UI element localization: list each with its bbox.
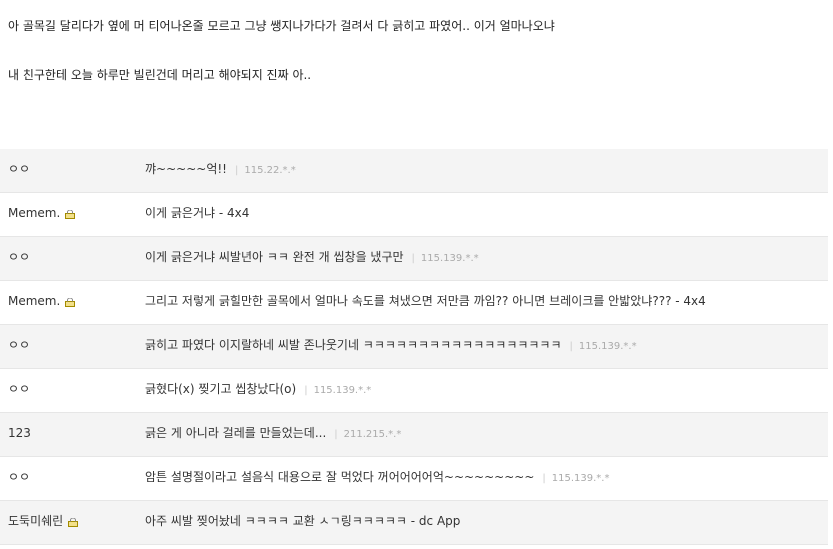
ip-separator: | xyxy=(234,165,239,176)
comment-text: 긁은 게 아니라 걸레를 만들었는데... xyxy=(145,426,327,440)
post-text-line: 아 골목길 달리다가 옆에 머 티어나온줄 모르고 그냥 쌩지나가다가 걸려서 … xyxy=(8,19,555,33)
nickname-text: ㅇㅇ xyxy=(8,470,31,484)
comment-nickname[interactable]: ㅇㅇ xyxy=(8,457,30,501)
post-text-line: 내 친구한테 오늘 하루만 빌린건데 머리고 해야되지 진짜 아.. xyxy=(8,68,312,82)
ip-separator: | xyxy=(334,429,338,440)
comment-row: Memem. 그리고 저렇게 긁힐만한 골목에서 얼마나 속도를 쳐냈으면 저만큼… xyxy=(0,281,828,325)
lock-icon xyxy=(68,503,79,527)
nickname-text: 123 xyxy=(8,426,31,440)
comment-nickname[interactable]: ㅇㅇ xyxy=(8,237,30,281)
comment-row: ㅇㅇ 암튼 설명절이라고 설음식 대용으로 잘 먹었다 꺼어어어어억~~~~~~~… xyxy=(0,457,828,501)
comment-text: 아주 씨발 찢어놨네 ㅋㅋㅋㅋ 교환 ㅅㄱ링ㅋㅋㅋㅋㅋ - dc App xyxy=(145,514,461,528)
comment-text: 꺄~~~~~억!! xyxy=(145,162,227,176)
comment-row: ㅇㅇ 이게 긁은거냐 씨발년아 ㅋㅋ 완전 개 씹창을 냈구만 | 115.139.*… xyxy=(0,237,828,281)
lock-icon xyxy=(65,195,76,219)
comment-ip: 115.139.*.* xyxy=(578,341,637,352)
nickname-text: 도둑미쉐린 xyxy=(8,514,64,528)
comment-text: 이게 긁은거냐 씨발년아 ㅋㅋ 완전 개 씹창을 냈구만 xyxy=(145,250,404,264)
comment-ip: 115.139.*.* xyxy=(420,253,479,264)
comment-text: 그리고 저렇게 긁힐만한 골목에서 얼마나 속도를 쳐냈으면 저만큼 까임?? … xyxy=(145,294,706,308)
comment-ip: 115.139.*.* xyxy=(551,473,610,484)
ip-separator: | xyxy=(411,253,415,264)
comment-content: 긁은 게 아니라 걸레를 만들었는데... | 211.215.*.* xyxy=(145,413,401,457)
nickname-text: ㅇㅇ xyxy=(8,250,31,264)
comment-content: 암튼 설명절이라고 설음식 대용으로 잘 먹었다 꺼어어어어억~~~~~~~~~… xyxy=(145,457,609,501)
comment-row: 도둑미쉐린 아주 씨발 찢어놨네 ㅋㅋㅋㅋ 교환 ㅅㄱ링ㅋㅋㅋㅋㅋ - dc Ap… xyxy=(0,501,828,545)
comment-text: 긁혔다(x) 찢기고 씹창났다(o) xyxy=(145,382,297,396)
comment-content: 아주 씨발 찢어놨네 ㅋㅋㅋㅋ 교환 ㅅㄱ링ㅋㅋㅋㅋㅋ - dc App xyxy=(145,501,460,545)
comment-content: 이게 긁은거냐 씨발년아 ㅋㅋ 완전 개 씹창을 냈구만 | 115.139.*.* xyxy=(145,237,479,281)
comment-nickname[interactable]: 도둑미쉐린 xyxy=(8,501,79,545)
comment-content: 긁혔다(x) 찢기고 씹창났다(o) | 115.139.*.* xyxy=(145,369,371,413)
lock-icon xyxy=(65,283,76,307)
ip-separator: | xyxy=(542,473,546,484)
comment-row: ㅇㅇ 긁혔다(x) 찢기고 씹창났다(o) | 115.139.*.* xyxy=(0,369,828,413)
comment-nickname[interactable]: 123 xyxy=(8,413,31,457)
comment-row: ㅇㅇ 꺄~~~~~억!! | 115.22.*.* xyxy=(0,149,828,193)
nickname-text: ㅇㅇ xyxy=(8,338,31,352)
comment-text: 긁히고 파였다 이지랄하네 씨발 존나웃기네 ㅋㅋㅋㅋㅋㅋㅋㅋㅋㅋㅋㅋㅋㅋㅋㅋㅋ… xyxy=(145,338,562,352)
comment-row: Memem. 이게 긁은거냐 - 4x4 xyxy=(0,193,828,237)
comment-content: 긁히고 파였다 이지랄하네 씨발 존나웃기네 ㅋㅋㅋㅋㅋㅋㅋㅋㅋㅋㅋㅋㅋㅋㅋㅋㅋ… xyxy=(145,325,637,369)
comment-text: 암튼 설명절이라고 설음식 대용으로 잘 먹었다 꺼어어어어억~~~~~~~~~ xyxy=(145,470,535,484)
ip-separator: | xyxy=(569,341,573,352)
comment-row: ㅇㅇ 긁히고 파였다 이지랄하네 씨발 존나웃기네 ㅋㅋㅋㅋㅋㅋㅋㅋㅋㅋㅋㅋㅋㅋㅋ… xyxy=(0,325,828,369)
comment-nickname[interactable]: Memem. xyxy=(8,281,76,325)
comment-nickname[interactable]: ㅇㅇ xyxy=(8,369,30,413)
comment-ip: 115.139.*.* xyxy=(313,385,372,396)
nickname-text: ㅇㅇ xyxy=(8,162,31,176)
comment-ip: 211.215.*.* xyxy=(343,429,402,440)
nickname-text: ㅇㅇ xyxy=(8,382,31,396)
comment-list: ㅇㅇ 꺄~~~~~억!! | 115.22.*.* Memem. 이게 긁은거냐 - 4x… xyxy=(0,149,828,545)
comment-nickname[interactable]: ㅇㅇ xyxy=(8,325,30,369)
comment-text: 이게 긁은거냐 - 4x4 xyxy=(145,206,250,220)
ip-separator: | xyxy=(304,385,308,396)
nickname-text: Memem. xyxy=(8,206,61,220)
comment-content: 이게 긁은거냐 - 4x4 xyxy=(145,193,249,237)
comment-ip: 115.22.*.* xyxy=(244,165,296,176)
comment-row: 123 긁은 게 아니라 걸레를 만들었는데... | 211.215.*.* xyxy=(0,413,828,457)
comment-nickname[interactable]: ㅇㅇ xyxy=(8,149,30,193)
nickname-text: Memem. xyxy=(8,294,61,308)
comment-content: 그리고 저렇게 긁힐만한 골목에서 얼마나 속도를 쳐냈으면 저만큼 까임?? … xyxy=(145,281,706,325)
comment-nickname[interactable]: Memem. xyxy=(8,193,76,237)
comment-content: 꺄~~~~~억!! | 115.22.*.* xyxy=(145,149,296,193)
